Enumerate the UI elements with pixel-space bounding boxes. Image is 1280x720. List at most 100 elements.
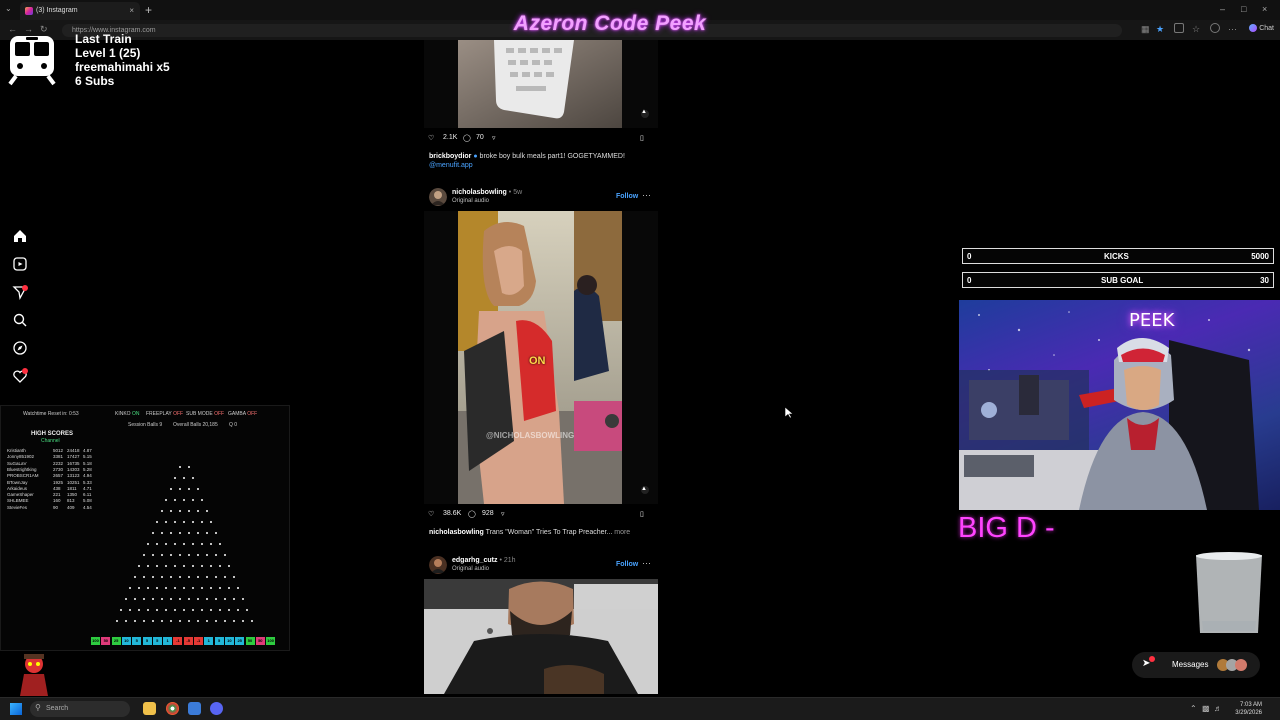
high-score-cell: 813 bbox=[67, 498, 75, 504]
plinko-peg bbox=[187, 598, 190, 600]
chrome-icon[interactable] bbox=[166, 702, 179, 715]
plinko-peg bbox=[178, 620, 181, 622]
post-1-mute-icon[interactable]: ▲ bbox=[641, 109, 647, 115]
post-2-follow-button[interactable]: Follow bbox=[616, 193, 638, 200]
plinko-peg bbox=[174, 543, 176, 545]
clock[interactable]: 7:03 AM 3/29/2026 bbox=[1235, 701, 1262, 717]
plinko-peg bbox=[237, 587, 239, 589]
plinko-peg bbox=[160, 598, 163, 600]
plinko-peg bbox=[214, 554, 217, 556]
kicks-goal-bar: 0 KICKS 5000 bbox=[962, 248, 1274, 264]
maximize-icon[interactable]: □ bbox=[1241, 4, 1246, 14]
tab-menu-icon[interactable]: ⌄ bbox=[5, 4, 12, 13]
reels-icon[interactable] bbox=[12, 256, 28, 272]
post-2-audio[interactable]: Original audio bbox=[452, 198, 489, 204]
post-3-username[interactable]: edgarhg_cutz • 21h bbox=[452, 557, 516, 564]
post-1-actions: ♡ 2.1K ◯ 70 ▿ ▯ bbox=[428, 134, 658, 148]
explore-icon[interactable] bbox=[12, 340, 28, 356]
tray-chevron-icon[interactable]: ⌃ bbox=[1190, 704, 1197, 713]
favorites-icon[interactable]: ☆ bbox=[1192, 24, 1200, 35]
plinko-slot: 50 bbox=[245, 637, 255, 645]
favorite-star-icon[interactable]: ★ bbox=[1156, 24, 1164, 35]
extension-icon[interactable] bbox=[1174, 23, 1184, 33]
profile-icon[interactable] bbox=[1210, 23, 1220, 33]
plinko-peg bbox=[138, 565, 140, 567]
comment-icon[interactable]: ◯ bbox=[463, 134, 471, 142]
post-1-caption-user[interactable]: brickboydior bbox=[429, 153, 471, 160]
share-icon[interactable]: ▿ bbox=[492, 134, 496, 142]
post-2-media[interactable]: ON @NICHOLASBOWLING ▲ bbox=[424, 211, 658, 504]
post-2-avatar[interactable] bbox=[429, 188, 447, 206]
post-3-avatar[interactable] bbox=[429, 556, 447, 574]
post-3-follow-button[interactable]: Follow bbox=[616, 561, 638, 568]
plinko-slot: 50 bbox=[101, 637, 111, 645]
network-icon[interactable]: ▩ bbox=[1202, 704, 1210, 713]
plinko-slot: 100 bbox=[91, 637, 100, 645]
search-icon[interactable] bbox=[12, 312, 28, 328]
like-icon[interactable]: ♡ bbox=[428, 134, 434, 142]
browser-tab-instagram[interactable]: (3) Instagram × bbox=[20, 2, 140, 20]
plinko-slot: 5 bbox=[214, 637, 224, 645]
sub-goal-current: 0 bbox=[967, 276, 972, 285]
new-tab-button[interactable]: + bbox=[145, 3, 152, 17]
high-score-cell: 2232 bbox=[53, 460, 64, 466]
post-3-audio[interactable]: Original audio bbox=[452, 566, 489, 572]
post-2-mute-icon[interactable]: ▲ bbox=[641, 486, 647, 492]
close-tab-icon[interactable]: × bbox=[129, 6, 134, 15]
taskbar-search[interactable]: ⚲ Search bbox=[30, 701, 130, 717]
plinko-peg bbox=[205, 554, 208, 556]
plinko-peg bbox=[151, 554, 154, 556]
plinko-peg bbox=[232, 598, 235, 600]
high-score-cell: 4.71 bbox=[83, 485, 92, 491]
post-3-media[interactable] bbox=[424, 579, 658, 694]
neon-sign: PEEK bbox=[1129, 310, 1175, 331]
post-2-more-icon[interactable]: ··· bbox=[642, 190, 651, 200]
comment-icon[interactable]: ◯ bbox=[468, 510, 476, 518]
home-icon[interactable] bbox=[12, 228, 28, 244]
plinko-peg bbox=[174, 477, 176, 479]
file-explorer-icon[interactable] bbox=[143, 702, 156, 715]
webcam-feed: PEEK bbox=[959, 300, 1280, 510]
taskbar: ⚲ Search ⌃ ▩ ♬ 7:03 AM 3/29/2026 bbox=[0, 697, 1280, 720]
plinko-slot: -5 bbox=[183, 637, 193, 645]
discord-icon[interactable] bbox=[210, 702, 223, 715]
plinko-peg bbox=[178, 466, 181, 468]
plinko-peg bbox=[178, 554, 181, 556]
windows-start-icon[interactable] bbox=[10, 703, 22, 715]
kinko-status: KINKO ON bbox=[115, 411, 140, 417]
volume-icon[interactable]: ♬ bbox=[1214, 704, 1222, 713]
plinko-slot: 25 bbox=[111, 637, 121, 645]
close-window-icon[interactable]: × bbox=[1262, 4, 1267, 14]
clock-time: 7:03 AM bbox=[1239, 702, 1262, 708]
plinko-peg bbox=[196, 532, 199, 534]
plinko-peg bbox=[178, 510, 181, 512]
share-icon[interactable]: ▿ bbox=[501, 510, 505, 518]
minimize-icon[interactable]: – bbox=[1220, 4, 1225, 14]
bookmark-icon[interactable]: ▯ bbox=[640, 510, 644, 518]
like-icon[interactable]: ♡ bbox=[428, 510, 434, 518]
post-1-media[interactable]: ▲ bbox=[424, 40, 658, 128]
post-1-caption-link[interactable]: @menufit.app bbox=[429, 162, 473, 169]
messages-button[interactable]: ➤ Messages bbox=[1132, 652, 1260, 678]
plinko-peg bbox=[151, 532, 154, 534]
store-icon[interactable] bbox=[188, 702, 201, 715]
plinko-peg bbox=[205, 532, 208, 534]
settings-more-icon[interactable]: ⋯ bbox=[1228, 24, 1237, 35]
plinko-peg bbox=[174, 609, 176, 611]
plinko-peg bbox=[192, 499, 194, 501]
bookmark-icon[interactable]: ▯ bbox=[640, 134, 644, 142]
post-2-overlay-caption: ON bbox=[529, 355, 546, 367]
plinko-peg bbox=[169, 488, 172, 490]
plinko-peg bbox=[183, 609, 185, 611]
post-2-username[interactable]: nicholasbowling • 5w bbox=[452, 189, 522, 196]
plinko-peg bbox=[232, 620, 235, 622]
plinko-slot: 5 bbox=[152, 637, 162, 645]
post-2-caption-user[interactable]: nicholasbowling bbox=[429, 529, 484, 536]
gamba-status: GAMBA OFF bbox=[228, 411, 258, 417]
chat-button[interactable]: Chat bbox=[1249, 24, 1274, 32]
post-2-more-link[interactable]: more bbox=[614, 529, 630, 536]
plinko-peg bbox=[151, 576, 154, 578]
plinko-peg bbox=[187, 488, 190, 490]
post-3-more-icon[interactable]: ··· bbox=[642, 558, 651, 568]
apps-grid-icon[interactable]: ▦ bbox=[1141, 24, 1150, 35]
